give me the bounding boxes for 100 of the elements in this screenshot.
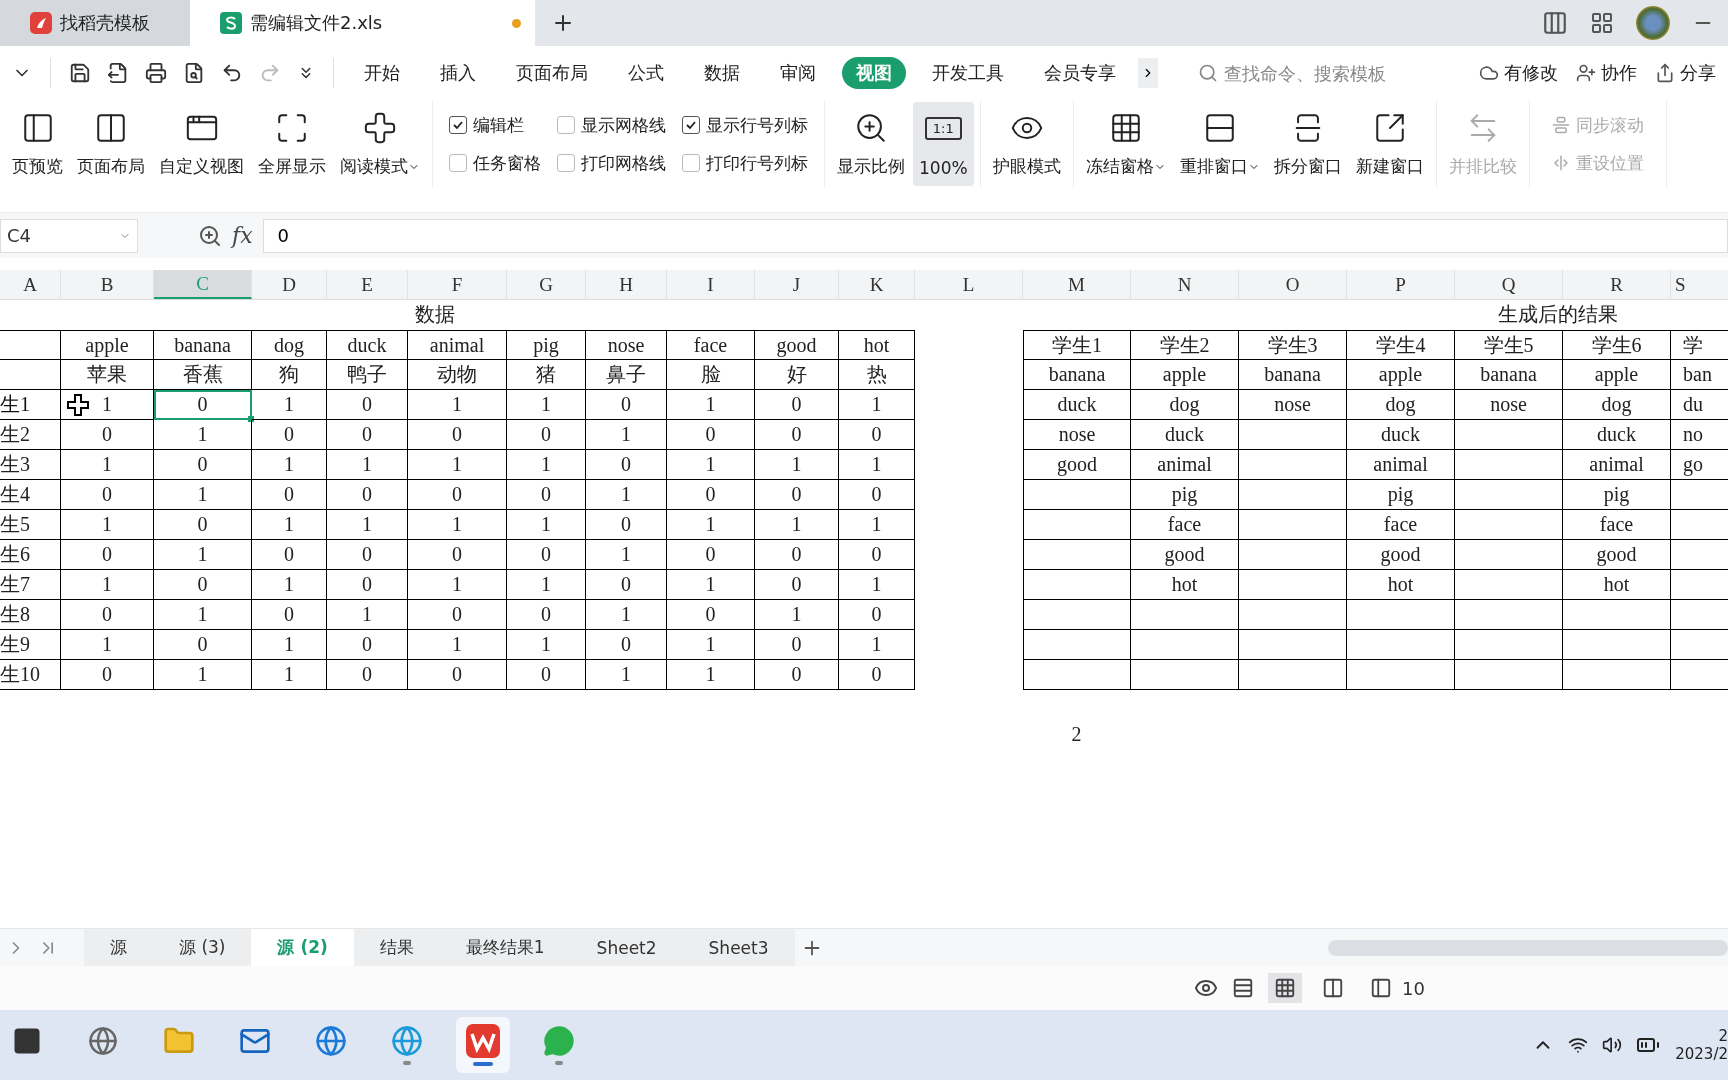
fill-handle[interactable] xyxy=(248,416,254,422)
export-icon[interactable] xyxy=(107,62,129,84)
sheet-tab[interactable]: 源 (3) xyxy=(153,929,252,966)
window-tab[interactable]: 找稻壳模板 xyxy=(0,0,190,46)
ribbon-button[interactable]: 页面布局 xyxy=(71,102,151,186)
column-header[interactable]: L xyxy=(915,270,1023,299)
column-header[interactable]: H xyxy=(586,270,667,299)
ribbon-button[interactable]: 重排窗口 xyxy=(1173,102,1266,186)
column-header[interactable]: N xyxy=(1131,270,1239,299)
column-header[interactable]: M xyxy=(1023,270,1131,299)
checkbox[interactable]: 打印网格线 xyxy=(557,144,666,182)
ribbon-button[interactable]: 新建窗口 xyxy=(1349,102,1430,186)
ribbon-button[interactable]: 1:1 100% xyxy=(913,102,974,186)
table-cell-text: 学生2 xyxy=(1159,332,1210,358)
ribbon-button[interactable]: 阅读模式 xyxy=(334,102,426,186)
table-cell: 0 xyxy=(791,573,802,596)
checkbox[interactable]: 任务窗格 xyxy=(449,144,541,182)
reset-icon xyxy=(1551,154,1570,172)
menu-tab[interactable]: 数据 xyxy=(690,57,754,89)
row-label: 生6 xyxy=(0,542,30,567)
ribbon-button[interactable]: 自定义视图 xyxy=(153,102,250,186)
column-header[interactable]: F xyxy=(408,270,507,299)
column-header[interactable]: D xyxy=(252,270,327,299)
column-header[interactable]: Q xyxy=(1455,270,1563,299)
scrollbar-thumb[interactable] xyxy=(1328,939,1728,956)
maximize-icon xyxy=(275,111,309,145)
header-action[interactable]: 分享 xyxy=(1649,61,1722,85)
volume-icon[interactable] xyxy=(1602,1035,1622,1055)
table-cell: 0 xyxy=(102,483,112,506)
undo-icon[interactable] xyxy=(221,62,243,84)
sheet-tab[interactable]: 结果 xyxy=(353,929,440,966)
column-header[interactable]: J xyxy=(755,270,839,299)
table-cell: good xyxy=(1380,543,1421,566)
table-cell: 1 xyxy=(705,573,716,596)
table-cell: dog xyxy=(274,333,304,357)
apps-icon[interactable] xyxy=(1590,11,1614,35)
table-cell: 1 xyxy=(362,453,372,476)
save-icon[interactable] xyxy=(69,62,91,84)
wifi-icon[interactable] xyxy=(1568,1035,1588,1055)
clock[interactable]: 2 2023/2 xyxy=(1674,1027,1728,1063)
sheet-tab[interactable]: Sheet3 xyxy=(682,929,795,966)
zoom-icon xyxy=(854,111,888,145)
row-label: 生10 xyxy=(0,662,40,687)
menu-tab[interactable]: 会员专享 xyxy=(1030,57,1130,89)
formula-field[interactable]: 0 xyxy=(262,218,1728,253)
checkbox[interactable]: 编辑栏 xyxy=(449,106,541,144)
menu-tab[interactable]: 开始 xyxy=(350,57,414,89)
avatar[interactable] xyxy=(1636,6,1670,40)
column-header[interactable]: K xyxy=(839,270,915,299)
menu-tab[interactable]: 插入 xyxy=(426,57,490,89)
row-label: 生1 xyxy=(0,392,30,417)
column-header[interactable]: P xyxy=(1347,270,1455,299)
column-header[interactable]: E xyxy=(327,270,408,299)
menu-tab[interactable]: 页面布局 xyxy=(502,57,602,89)
menu-tab[interactable]: 审阅 xyxy=(766,57,830,89)
selected-cell[interactable]: 0 xyxy=(154,390,252,420)
column-header[interactable]: R xyxy=(1563,270,1671,299)
name-box[interactable]: C4 xyxy=(0,218,138,253)
table-cell: 1 xyxy=(284,663,294,686)
menu-tab[interactable]: 公式 xyxy=(614,57,678,89)
row-label: 生4 xyxy=(0,482,30,507)
ribbon-button[interactable]: 页预览 xyxy=(6,102,69,186)
table-cell: banana xyxy=(1048,363,1106,386)
table-cell: 1 xyxy=(197,423,208,446)
layout-icon[interactable] xyxy=(1542,10,1568,36)
scroll-right-button[interactable] xyxy=(1138,58,1158,88)
zoom-icon[interactable] xyxy=(198,223,222,248)
window-tab[interactable]: 需编辑文件2.xls xyxy=(190,0,535,46)
function-button[interactable]: fx xyxy=(232,223,253,248)
header-action[interactable]: 有修改 xyxy=(1473,61,1564,85)
sheet-tab[interactable]: Sheet2 xyxy=(570,929,683,966)
column-header[interactable]: O xyxy=(1239,270,1347,299)
cloud-icon xyxy=(1479,63,1499,83)
table-cell-text: 学生5 xyxy=(1483,332,1534,358)
taskbar-app[interactable] xyxy=(456,1017,510,1073)
view-button[interactable] xyxy=(1268,973,1302,1003)
table-cell: 0 xyxy=(541,603,551,626)
ribbon-button[interactable]: 显示比例 xyxy=(831,102,911,186)
ribbon-button[interactable]: 冻结窗格 xyxy=(1079,102,1172,186)
table-cell-text: 热 xyxy=(866,362,887,387)
checkbox[interactable]: 显示行号列标 xyxy=(682,106,808,144)
column-header[interactable]: A xyxy=(0,270,61,299)
ribbon-button[interactable]: 护眼模式 xyxy=(986,102,1067,186)
preview-icon[interactable] xyxy=(183,62,205,84)
checkbox[interactable]: 打印行号列标 xyxy=(682,144,808,182)
ribbon-button[interactable]: 全屏显示 xyxy=(252,102,332,186)
menu-tab[interactable]: 开发工具 xyxy=(918,57,1018,89)
column-header[interactable]: I xyxy=(667,270,755,299)
column-header[interactable]: G xyxy=(507,270,586,299)
table-cell: 0 xyxy=(621,453,631,476)
checkbox[interactable]: 显示网格线 xyxy=(557,106,666,144)
sheet-tab[interactable]: 最终结果1 xyxy=(439,929,571,966)
split-view-icon[interactable] xyxy=(1232,977,1254,999)
header-action[interactable]: 协作 xyxy=(1570,61,1643,85)
zoom-level[interactable]: 10 xyxy=(1402,977,1425,999)
sheet-tab[interactable]: 源 xyxy=(84,929,153,966)
print-icon[interactable] xyxy=(145,62,167,84)
table-cell: 1 xyxy=(541,573,551,596)
ribbon-button[interactable]: 拆分窗口 xyxy=(1267,102,1348,186)
column-header[interactable]: S xyxy=(1671,270,1728,299)
